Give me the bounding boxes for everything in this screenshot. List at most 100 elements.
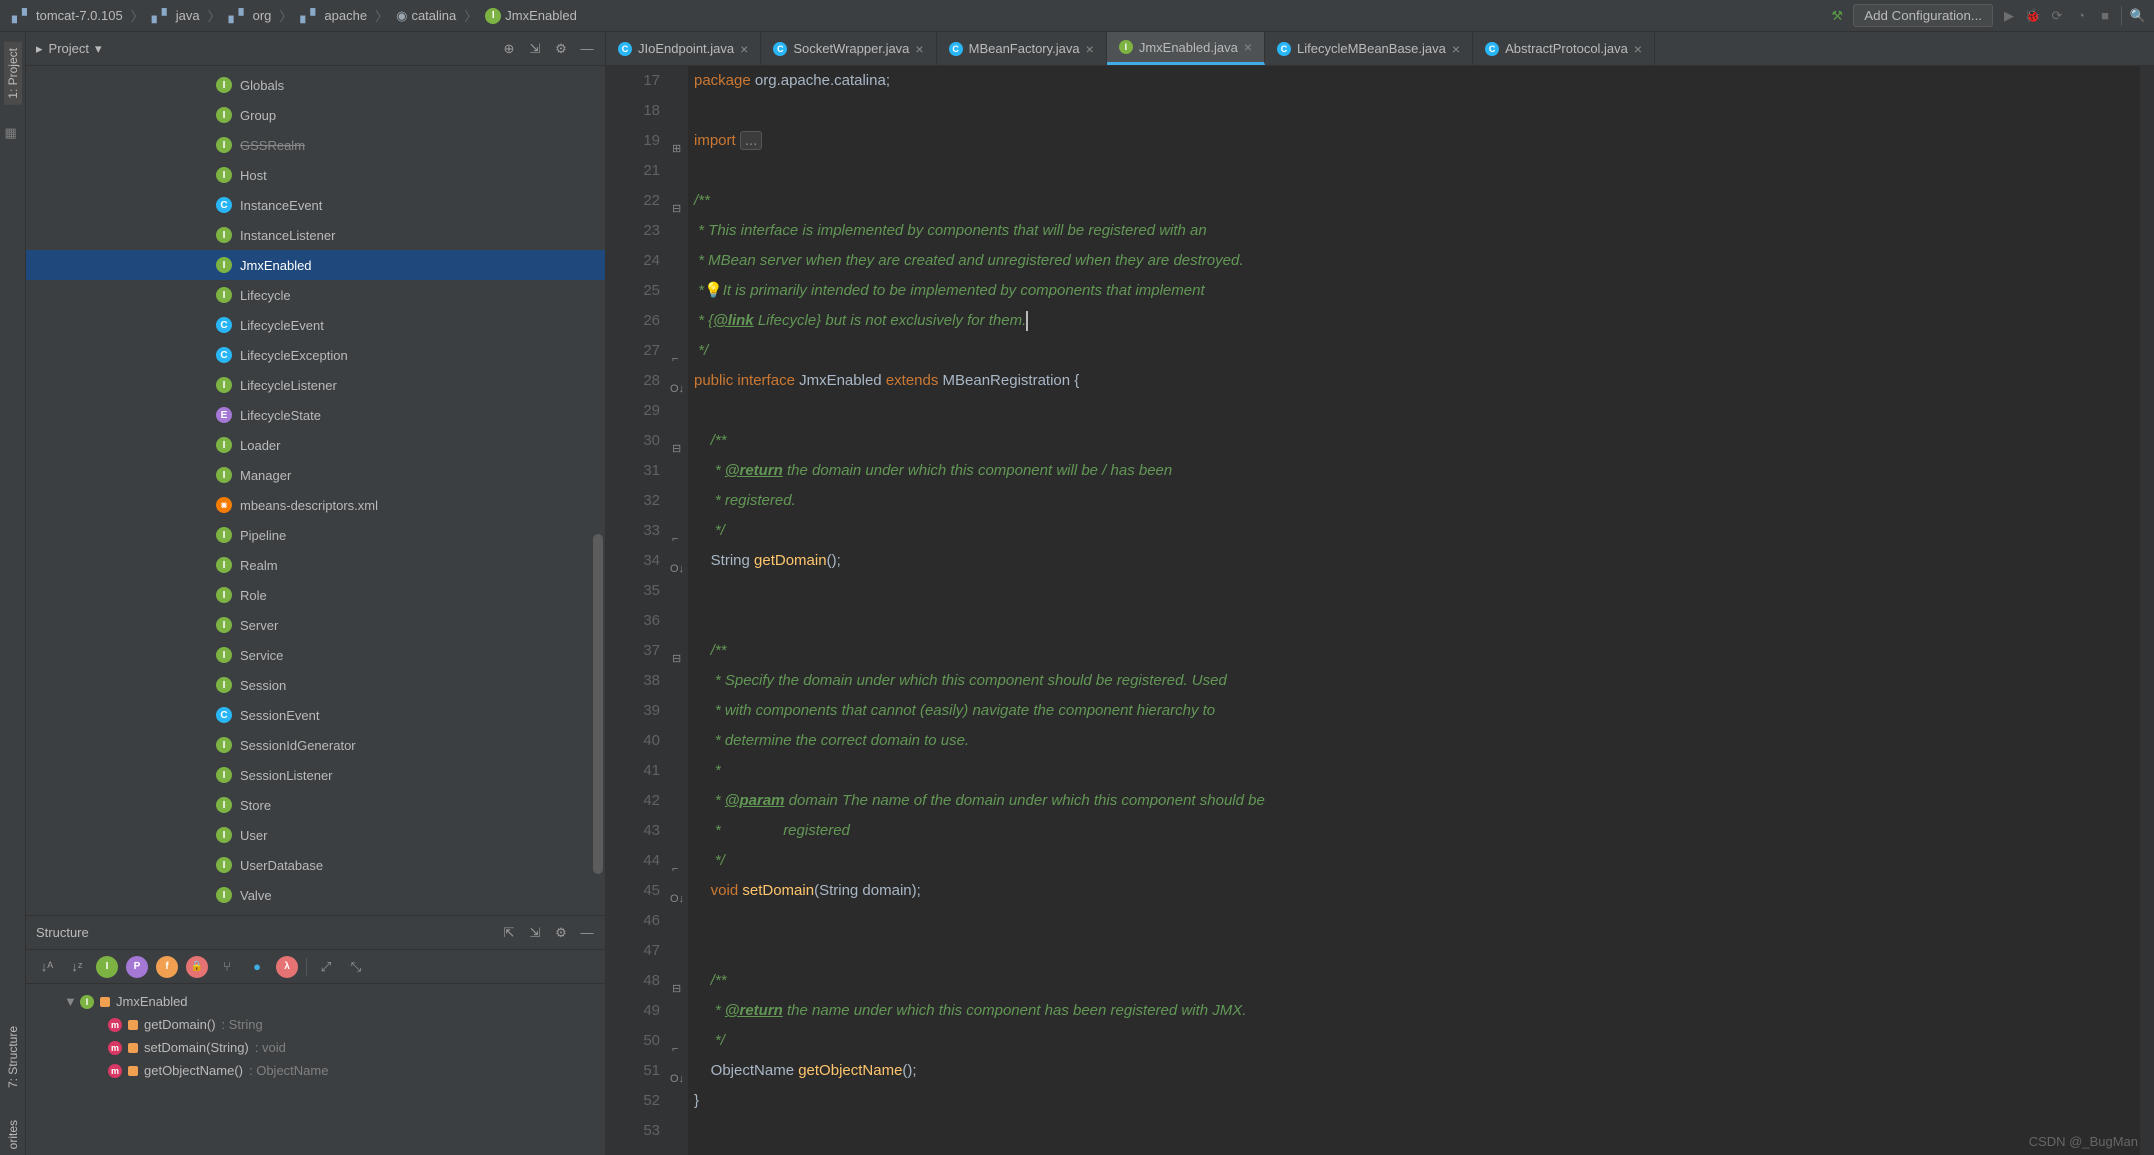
breadcrumb-item[interactable]: ▖▘java [148, 6, 204, 26]
show-properties-icon[interactable]: P [126, 956, 148, 978]
code-line[interactable]: /** [694, 636, 2140, 666]
fold-collapse-icon[interactable]: ⊟ [672, 194, 681, 224]
tree-item[interactable]: IRealm [26, 550, 605, 580]
tree-item[interactable]: CLifecycleException [26, 340, 605, 370]
code-line[interactable]: * determine the correct domain to use. [694, 726, 2140, 756]
fold-end-icon[interactable]: ⌐ [672, 854, 678, 884]
code-line[interactable]: void setDomain(String domain); [694, 876, 2140, 906]
code-line[interactable] [694, 96, 2140, 126]
editor-tab[interactable]: CJIoEndpoint.java× [606, 32, 761, 65]
code-line[interactable]: /** [694, 186, 2140, 216]
tree-item[interactable]: IStore [26, 790, 605, 820]
tree-item[interactable]: IPipeline [26, 520, 605, 550]
code-line[interactable] [694, 156, 2140, 186]
code-line[interactable]: */ [694, 1026, 2140, 1056]
sort-visibility-icon[interactable]: ↓ᶻ [66, 956, 88, 978]
tree-item[interactable]: IGlobals [26, 70, 605, 100]
structure-tool-tab[interactable]: 7: Structure [4, 1020, 22, 1094]
tree-item[interactable]: IGSSRealm [26, 130, 605, 160]
override-icon[interactable]: O↓ [670, 554, 684, 584]
code-line[interactable]: /** [694, 966, 2140, 996]
code-line[interactable]: package org.apache.catalina; [694, 66, 2140, 96]
hide-icon[interactable]: — [579, 41, 595, 57]
code-line[interactable]: * This interface is implemented by compo… [694, 216, 2140, 246]
scrollbar-thumb[interactable] [593, 534, 603, 874]
close-icon[interactable]: × [1634, 41, 1642, 57]
hammer-icon[interactable]: ⚒ [1829, 8, 1845, 24]
sort-alpha-icon[interactable]: ↓ᴬ [36, 956, 58, 978]
code-line[interactable]: /** [694, 426, 2140, 456]
code-line[interactable]: */ [694, 516, 2140, 546]
tree-item[interactable]: ILoader [26, 430, 605, 460]
show-inherited-icon[interactable]: ⑂ [216, 956, 238, 978]
editor-body[interactable]: 1718192122232425262728293031323334353637… [606, 66, 2154, 1155]
favorites-tool-tab[interactable]: orites [4, 1114, 22, 1155]
hide-icon[interactable]: — [579, 925, 595, 941]
expand-all-icon[interactable]: ⇱ [501, 925, 517, 941]
code-line[interactable] [694, 936, 2140, 966]
code-line[interactable]: * @return the domain under which this co… [694, 456, 2140, 486]
expand-icon[interactable]: ⇲ [527, 41, 543, 57]
tree-item[interactable]: IService [26, 640, 605, 670]
code-line[interactable]: */ [694, 846, 2140, 876]
code-line[interactable]: String getDomain(); [694, 546, 2140, 576]
tree-item[interactable]: IValve [26, 880, 605, 910]
tree-item[interactable]: IUserDatabase [26, 850, 605, 880]
tree-item[interactable]: ILifecycleListener [26, 370, 605, 400]
breadcrumb-item[interactable]: ◉catalina [392, 6, 460, 26]
tree-item[interactable]: ⨳mbeans-descriptors.xml [26, 490, 605, 520]
override-icon[interactable]: O↓ [670, 374, 684, 404]
breadcrumb-item[interactable]: ▖▘tomcat-7.0.105 [8, 6, 127, 26]
override-icon[interactable]: O↓ [670, 884, 684, 914]
structure-method[interactable]: mgetDomain(): String [36, 1013, 595, 1036]
tree-item[interactable]: IServer [26, 610, 605, 640]
fold-end-icon[interactable]: ⌐ [672, 1034, 678, 1064]
breadcrumb-item[interactable]: ▖▘apache [296, 6, 371, 26]
code-content[interactable]: package org.apache.catalina; import ... … [688, 66, 2140, 1155]
code-line[interactable]: public interface JmxEnabled extends MBea… [694, 366, 2140, 396]
editor-tab[interactable]: CSocketWrapper.java× [761, 32, 936, 65]
project-panel-title[interactable]: ▸ Project ▾ [36, 41, 102, 57]
code-line[interactable] [694, 1116, 2140, 1146]
structure-root[interactable]: ▼ I JmxEnabled [36, 990, 595, 1013]
editor-tab[interactable]: IJmxEnabled.java× [1107, 32, 1265, 65]
gear-icon[interactable]: ⚙ [553, 41, 569, 57]
fold-end-icon[interactable]: ⌐ [672, 524, 678, 554]
show-fields-icon[interactable]: f [156, 956, 178, 978]
tree-item[interactable]: ISessionListener [26, 760, 605, 790]
code-line[interactable]: *💡It is primarily intended to be impleme… [694, 276, 2140, 306]
autoscroll-from-icon[interactable]: ⤡ [345, 956, 367, 978]
code-line[interactable] [694, 396, 2140, 426]
code-line[interactable]: */ [694, 336, 2140, 366]
code-line[interactable]: * @param domain The name of the domain u… [694, 786, 2140, 816]
tree-item[interactable]: CLifecycleEvent [26, 310, 605, 340]
breadcrumb-item[interactable]: IJmxEnabled [481, 6, 581, 26]
fold-collapse-icon[interactable]: ⊟ [672, 644, 681, 674]
code-line[interactable] [694, 606, 2140, 636]
structure-method[interactable]: mgetObjectName(): ObjectName [36, 1059, 595, 1082]
gear-icon[interactable]: ⚙ [553, 925, 569, 941]
search-icon[interactable]: 🔍 [2130, 8, 2146, 24]
autoscroll-source-icon[interactable]: ⤢ [315, 956, 337, 978]
code-line[interactable]: * registered. [694, 486, 2140, 516]
marker-strip[interactable] [2140, 66, 2154, 1155]
code-line[interactable]: * @return the name under which this comp… [694, 996, 2140, 1026]
tree-item[interactable]: ELifecycleState [26, 400, 605, 430]
breadcrumb-item[interactable]: ▖▘org [225, 6, 276, 26]
show-interfaces-icon[interactable]: I [96, 956, 118, 978]
tree-item[interactable]: IRole [26, 580, 605, 610]
close-icon[interactable]: × [1452, 41, 1460, 57]
editor-tab[interactable]: CLifecycleMBeanBase.java× [1265, 32, 1473, 65]
code-line[interactable]: } [694, 1086, 2140, 1116]
close-icon[interactable]: × [915, 41, 923, 57]
structure-method[interactable]: msetDomain(String): void [36, 1036, 595, 1059]
tree-item[interactable]: IManager [26, 460, 605, 490]
show-locked-icon[interactable]: 🔒 [186, 956, 208, 978]
project-tool-tab[interactable]: 1: Project [4, 42, 22, 105]
code-line[interactable]: * registered [694, 816, 2140, 846]
close-icon[interactable]: × [740, 41, 748, 57]
tree-item[interactable]: IJmxEnabled [26, 250, 605, 280]
fold-collapse-icon[interactable]: ⊟ [672, 974, 681, 1004]
fold-end-icon[interactable]: ⌐ [672, 344, 678, 374]
code-line[interactable]: * MBean server when they are created and… [694, 246, 2140, 276]
